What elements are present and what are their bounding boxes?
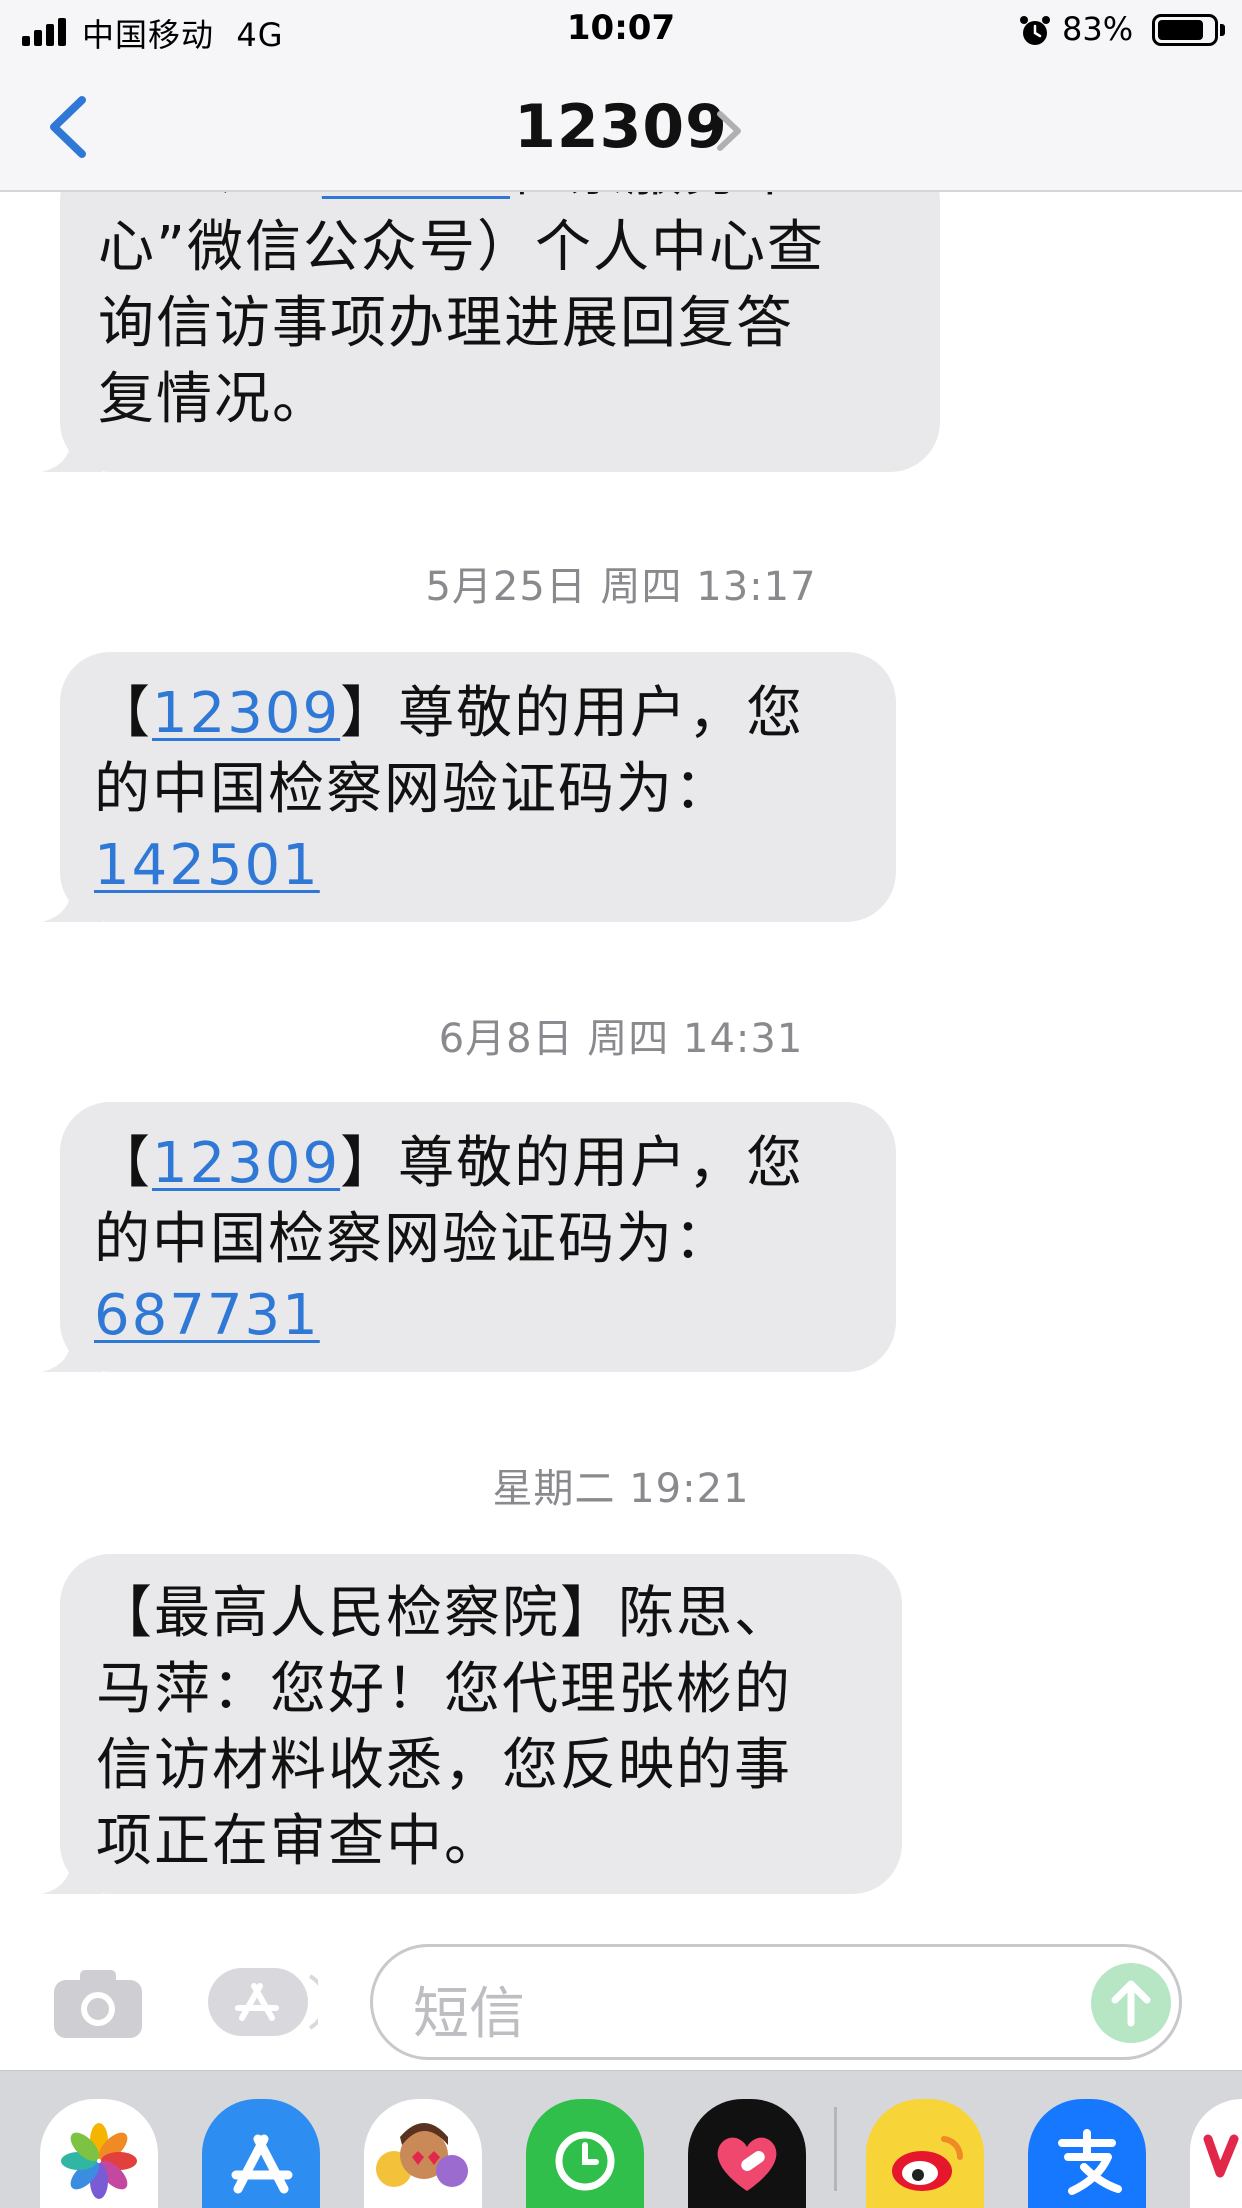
arrow-up-icon <box>1111 1980 1151 2027</box>
send-button[interactable] <box>1091 1963 1171 2043</box>
verification-code-link[interactable]: 142501 <box>94 833 320 898</box>
message-bubble[interactable]: 【12309】尊敬的用户，您 的中国检察网验证码为： 687731 <box>42 1102 896 1372</box>
partial-app-icon[interactable] <box>1190 2099 1242 2208</box>
message-timestamp: 星期二 19:21 <box>492 1466 750 1512</box>
bubble-tail <box>42 876 102 922</box>
bubble-tail <box>42 1326 102 1372</box>
alarm-icon <box>1020 16 1050 45</box>
battery-percentage: 83% <box>1062 10 1134 48</box>
photos-icon[interactable] <box>40 2099 158 2208</box>
message-timestamp: 6月8日 周四 14:31 <box>438 1016 804 1062</box>
message-thread[interactable]: APP、12309检察服务中 心”微信公众号）个人中心查 询信访事项办理进展回复… <box>0 0 1242 1920</box>
status-time: 10:07 <box>566 8 676 48</box>
app-store-icon[interactable] <box>202 2099 320 2208</box>
camera-icon[interactable] <box>52 1968 144 2040</box>
message-bubble[interactable]: 【12309】尊敬的用户，您 的中国检察网验证码为： 142501 <box>42 652 896 922</box>
message-bubble[interactable]: 【最高人民检察院】陈思、 马萍：您好！您代理张彬的 信访材料收悉，您反映的事 项… <box>42 1554 902 1894</box>
message-bubble[interactable]: APP、12309检察服务中 心”微信公众号）个人中心查 询信访事项办理进展回复… <box>42 139 940 472</box>
navigation-bar: 12309 <box>0 62 1242 192</box>
chevron-right-icon[interactable] <box>712 106 746 156</box>
message-timestamp: 5月25日 周四 13:17 <box>425 564 817 610</box>
link-12309[interactable]: 12309 <box>152 1131 340 1196</box>
battery-icon <box>1152 14 1218 46</box>
weibo-icon[interactable] <box>866 2099 984 2208</box>
drawer-divider <box>834 2107 837 2191</box>
battery-cap <box>1220 24 1225 36</box>
message-input[interactable]: 短信 <box>370 1944 1182 2060</box>
contact-name[interactable]: 12309 <box>0 92 1242 162</box>
link-12309[interactable]: 12309 <box>152 681 340 746</box>
status-bar: 中国移动 4G 10:07 83% <box>0 0 1242 62</box>
compose-bar: 短信 <box>0 1920 1242 2070</box>
battery-level <box>1158 20 1203 40</box>
heart-app-icon[interactable] <box>688 2099 806 2208</box>
app-store-icon[interactable] <box>206 1966 318 2038</box>
memoji-icon[interactable] <box>364 2099 482 2208</box>
alipay-icon[interactable] <box>1028 2099 1146 2208</box>
bubble-tail <box>42 426 102 472</box>
clock-icon[interactable] <box>526 2099 644 2208</box>
messages-screen: APP、12309检察服务中 心”微信公众号）个人中心查 询信访事项办理进展回复… <box>0 0 1242 2208</box>
message-placeholder: 短信 <box>413 1982 525 2047</box>
app-drawer <box>0 2070 1242 2208</box>
verification-code-link[interactable]: 687731 <box>94 1283 320 1348</box>
bubble-tail <box>42 1848 102 1894</box>
